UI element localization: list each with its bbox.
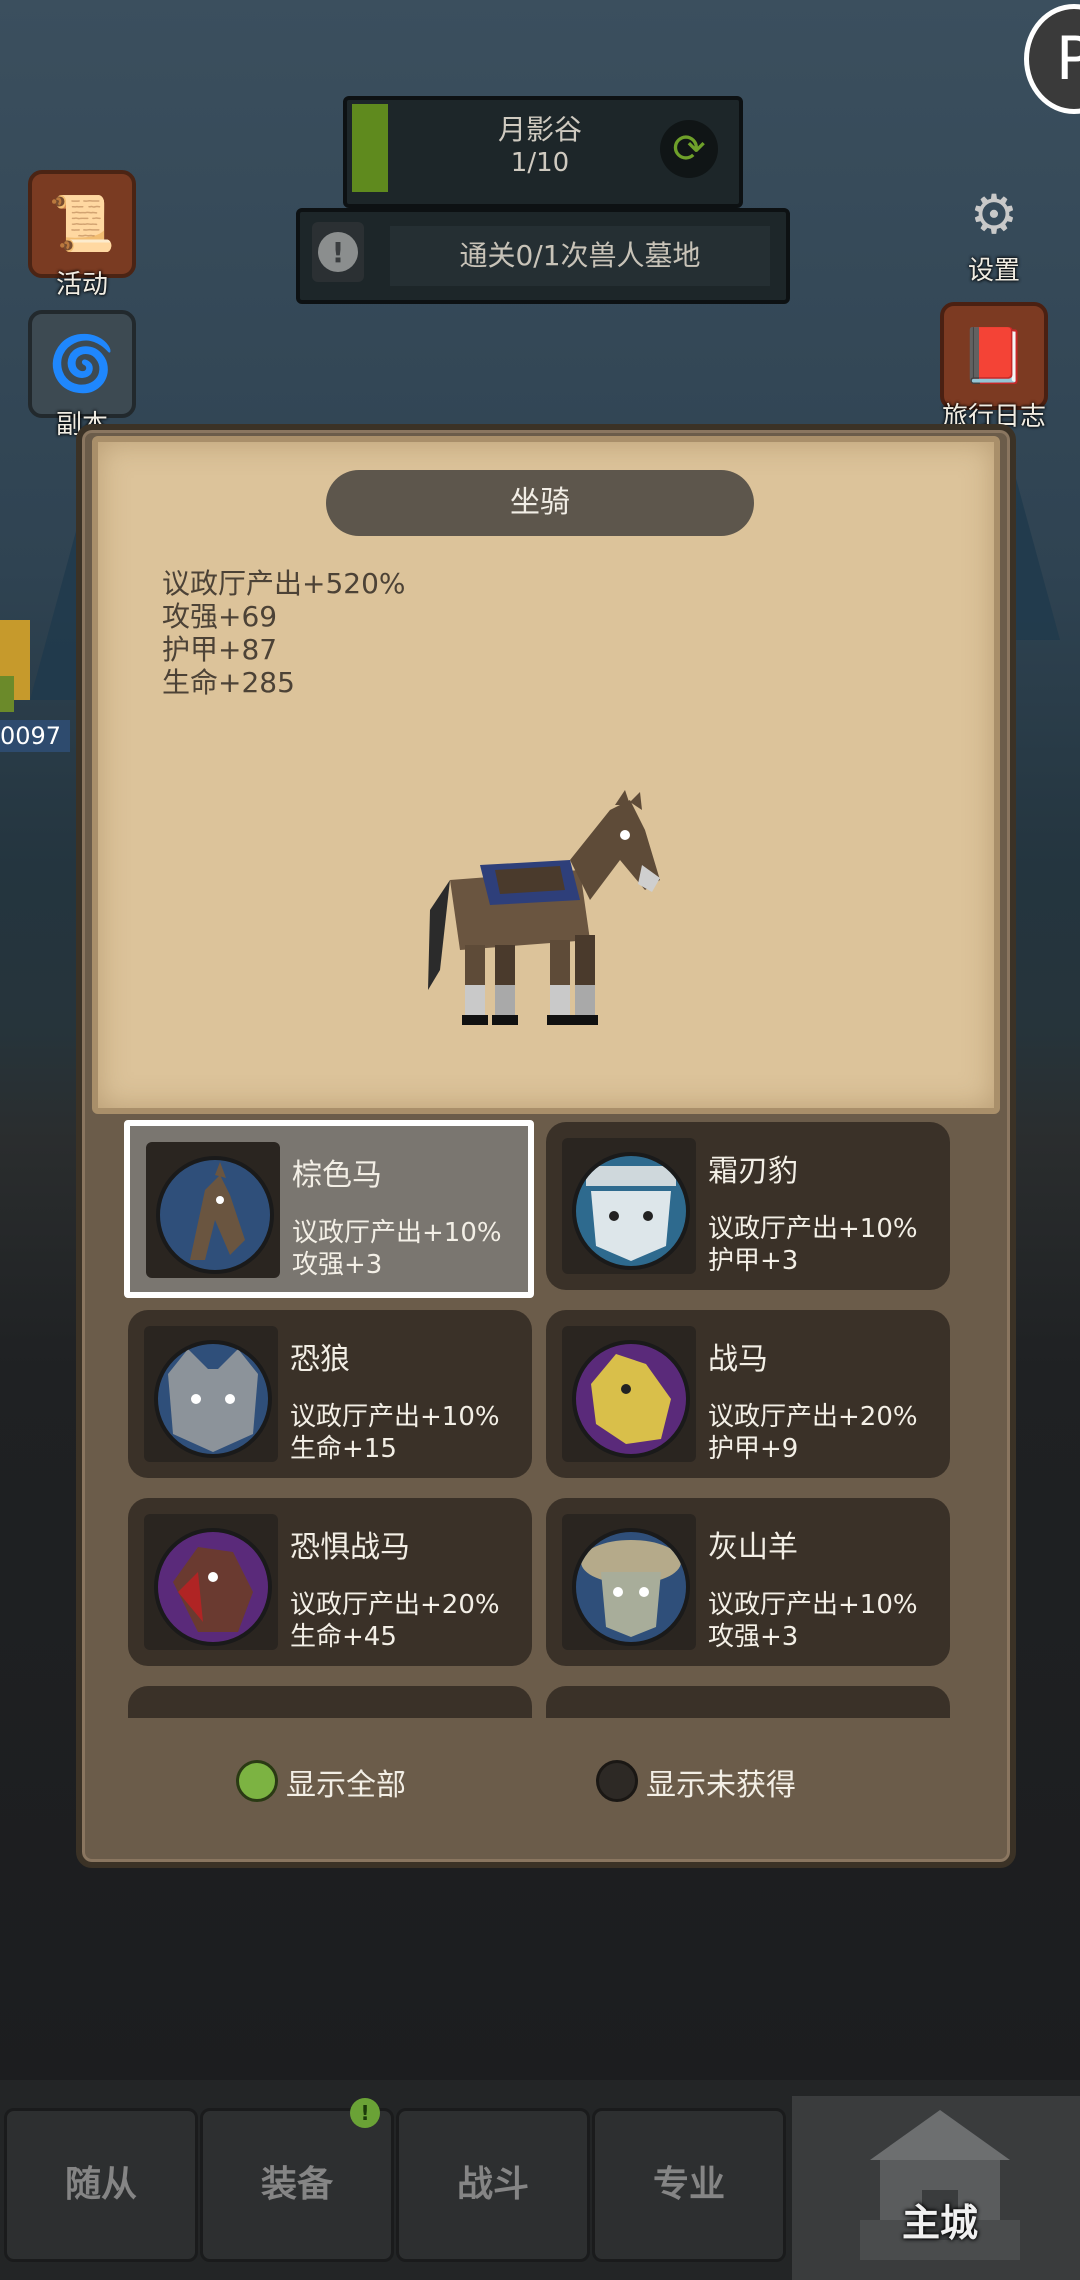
gear-icon: ⚙ [969, 182, 1019, 246]
mount-list[interactable]: 棕色马 议政厅产出+10% 攻强+3 霜刃豹 议政厅产出+10% 护甲+3 恐狼… [120, 1118, 960, 1718]
tab-profession[interactable]: 专业 [592, 2108, 786, 2262]
dire-wolf-icon [154, 1340, 272, 1458]
settings-button[interactable]: ⚙ 设置 [934, 164, 1054, 287]
mount-preview-horse [428, 790, 660, 1025]
mount-name: 霜刃豹 [708, 1154, 798, 1189]
mount-bonus-stat: 攻强+3 [708, 1622, 799, 1652]
equipment-notification-badge: ! [350, 2098, 380, 2128]
frost-leopard-icon [572, 1152, 690, 1270]
dread-steed-icon [154, 1528, 272, 1646]
mount-card-warhorse[interactable]: 战马 议政厅产出+20% 护甲+9 [546, 1310, 950, 1478]
hero-hp-fragment: 0097 [0, 720, 70, 752]
journal-button[interactable]: 📕 旅行日志 [934, 302, 1054, 433]
main-city-label: 主城 [901, 2201, 978, 2245]
dungeon-portal-icon: 🌀 [28, 310, 136, 418]
tab-followers[interactable]: 随从 [4, 2108, 198, 2262]
gray-ram-icon [572, 1528, 690, 1646]
mount-bonus-stat: 生命+15 [290, 1434, 397, 1464]
stage-progress-bar [352, 104, 388, 192]
mount-card-frost-leopard[interactable]: 霜刃豹 议政厅产出+10% 护甲+3 [546, 1122, 950, 1290]
mount-name: 恐惧战马 [290, 1530, 410, 1565]
mount-name: 灰山羊 [708, 1530, 798, 1565]
show-unobtained-radio[interactable] [596, 1760, 638, 1802]
total-stat-health: 生命+285 [162, 666, 295, 699]
tab-battle[interactable]: 战斗 [396, 2108, 590, 2262]
warhorse-icon [572, 1340, 690, 1458]
stage-name: 月影谷 [497, 113, 582, 146]
quest-alert-icon[interactable]: ! [312, 222, 364, 282]
mount-name: 恐狼 [290, 1342, 350, 1377]
dungeon-button[interactable]: 🌀 副本 [22, 310, 142, 441]
quest-text[interactable]: 通关0/1次兽人墓地 [390, 226, 770, 286]
mount-card-gray-ram[interactable]: 灰山羊 议政厅产出+10% 攻强+3 [546, 1498, 950, 1666]
mount-name: 战马 [708, 1342, 768, 1377]
mount-card-dread-steed[interactable]: 恐惧战马 议政厅产出+20% 生命+45 [128, 1498, 532, 1666]
mount-bonus-stat: 生命+45 [290, 1622, 397, 1652]
brown-horse-icon [156, 1156, 274, 1274]
show-all-radio[interactable] [236, 1760, 278, 1802]
tab-equipment[interactable]: 装备 [200, 2108, 394, 2262]
mount-card-dire-wolf[interactable]: 恐狼 议政厅产出+10% 生命+15 [128, 1310, 532, 1478]
activity-button[interactable]: 📜 活动 [22, 170, 142, 301]
hero-banner-fragment [0, 676, 14, 712]
refresh-icon[interactable]: ⟳ [660, 120, 718, 178]
mount-bonus-stat: 护甲+3 [708, 1246, 799, 1276]
activity-book-icon: 📜 [28, 170, 136, 278]
mount-card-brown-horse[interactable]: 棕色马 议政厅产出+10% 攻强+3 [124, 1120, 534, 1298]
mount-bonus-stat: 护甲+9 [708, 1434, 799, 1464]
mount-bonus-stat: 攻强+3 [292, 1250, 383, 1280]
settings-label: 设置 [967, 256, 1020, 286]
modal-title: 坐骑 [326, 470, 754, 536]
mount-name: 棕色马 [292, 1158, 382, 1193]
show-all-label[interactable]: 显示全部 [286, 1760, 406, 1804]
show-unobtained-label[interactable]: 显示未获得 [646, 1760, 796, 1804]
mount-card-partial[interactable] [128, 1686, 532, 1718]
stage-progress-text: 1/10 [510, 148, 570, 178]
activity-label: 活动 [55, 270, 108, 300]
journal-icon: 📕 [940, 302, 1048, 410]
mount-card-partial[interactable] [546, 1686, 950, 1718]
